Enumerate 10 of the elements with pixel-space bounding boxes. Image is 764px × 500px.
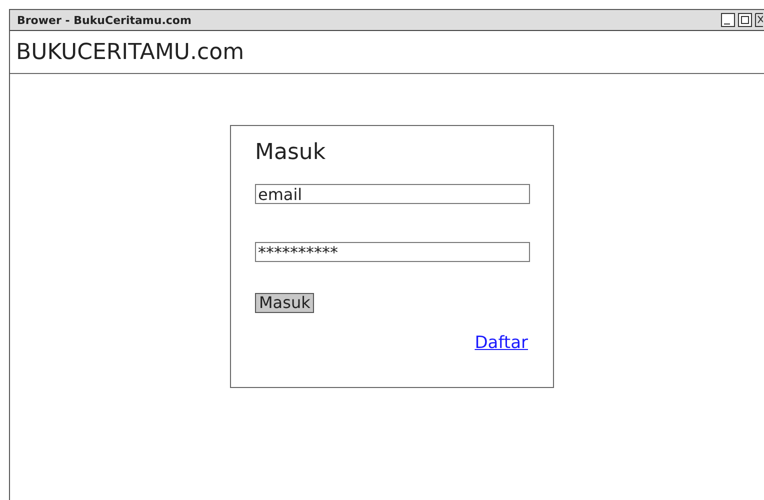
maximize-icon[interactable] <box>738 13 752 27</box>
login-title: Masuk <box>255 140 326 165</box>
close-icon[interactable] <box>755 13 763 27</box>
register-link[interactable]: Daftar <box>474 333 528 353</box>
password-field[interactable]: ********** <box>255 242 530 262</box>
minimize-icon[interactable] <box>721 13 735 27</box>
email-field[interactable]: email <box>255 184 530 204</box>
login-button[interactable]: Masuk <box>255 293 314 313</box>
window-title: Brower - BukuCeritamu.com <box>17 14 192 26</box>
site-name: BUKUCERITAMU.com <box>16 40 244 64</box>
